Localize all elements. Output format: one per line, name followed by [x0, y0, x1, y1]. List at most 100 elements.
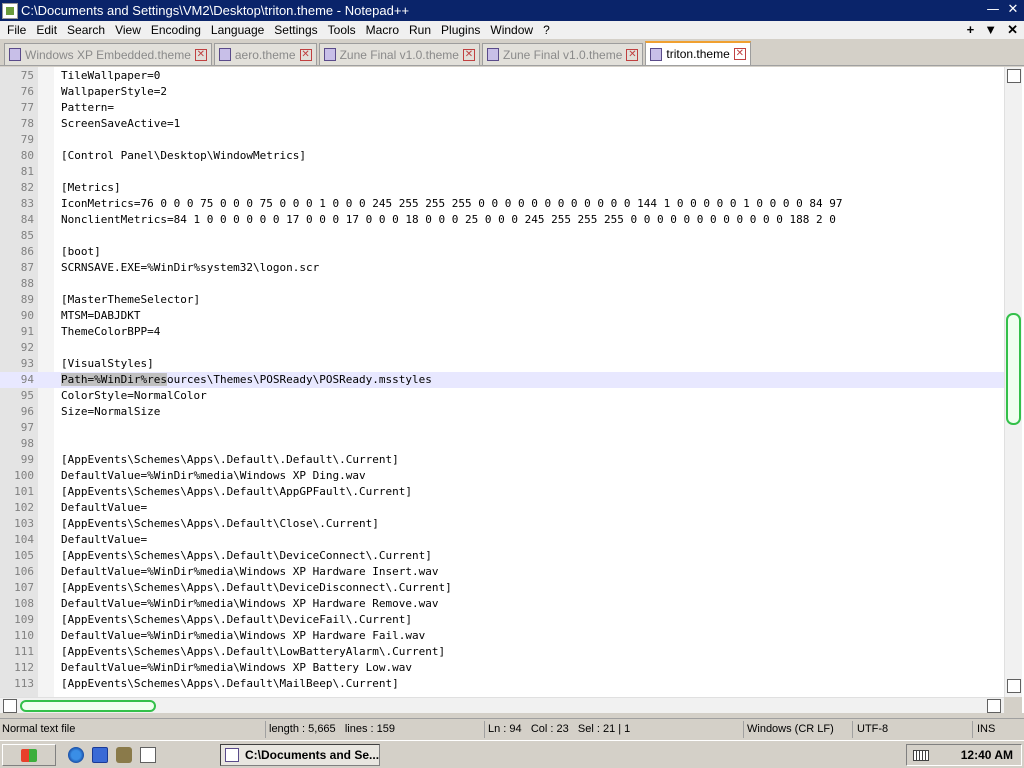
- line-text[interactable]: MTSM=DABJDKT: [61, 308, 140, 324]
- code-line[interactable]: 87 SCRNSAVE.EXE=%WinDir%system32\logon.sc…: [0, 260, 1004, 276]
- menu-view[interactable]: View: [110, 21, 146, 39]
- vertical-scrollbar[interactable]: [1004, 67, 1022, 697]
- code-line[interactable]: 107 [AppEvents\Schemes\Apps\.Default\Devi…: [0, 580, 1004, 596]
- tab-close-icon[interactable]: ✕: [299, 48, 312, 61]
- menu-plugins[interactable]: Plugins: [436, 21, 485, 39]
- line-text[interactable]: [AppEvents\Schemes\Apps\.Default\LowBatt…: [61, 644, 445, 660]
- scroll-down-arrow[interactable]: [1007, 679, 1021, 693]
- code-line[interactable]: 99 [AppEvents\Schemes\Apps\.Default\.Defa…: [0, 452, 1004, 468]
- code-line[interactable]: 79: [0, 132, 1004, 148]
- code-line[interactable]: 81: [0, 164, 1004, 180]
- code-line[interactable]: 113 [AppEvents\Schemes\Apps\.Default\Mail…: [0, 676, 1004, 692]
- line-text[interactable]: [MasterThemeSelector]: [61, 292, 200, 308]
- line-text[interactable]: DefaultValue=: [61, 500, 147, 516]
- code-line[interactable]: 85: [0, 228, 1004, 244]
- line-text[interactable]: [boot]: [61, 244, 101, 260]
- code-line[interactable]: 89 [MasterThemeSelector]: [0, 292, 1004, 308]
- menu-tools[interactable]: Tools: [323, 21, 361, 39]
- line-text[interactable]: ThemeColorBPP=4: [61, 324, 160, 340]
- close-button[interactable]: ✕: [1004, 2, 1022, 18]
- code-line[interactable]: 83 IconMetrics=76 0 0 0 75 0 0 0 75 0 0 0…: [0, 196, 1004, 212]
- code-line[interactable]: 103 [AppEvents\Schemes\Apps\.Default\Clos…: [0, 516, 1004, 532]
- menu-macro[interactable]: Macro: [361, 21, 404, 39]
- code-line[interactable]: 82 [Metrics]: [0, 180, 1004, 196]
- tray-clock[interactable]: 12:40 AM: [961, 745, 1013, 765]
- menu-window[interactable]: Window: [485, 21, 538, 39]
- vertical-scroll-thumb[interactable]: [1006, 313, 1021, 425]
- code-line[interactable]: 75 TileWallpaper=0: [0, 68, 1004, 84]
- internet-explorer-icon[interactable]: [68, 747, 84, 763]
- line-text[interactable]: [AppEvents\Schemes\Apps\.Default\Close\.…: [61, 516, 379, 532]
- scroll-left-arrow[interactable]: [3, 699, 17, 713]
- line-text[interactable]: DefaultValue=: [61, 532, 147, 548]
- code-line[interactable]: 91 ThemeColorBPP=4: [0, 324, 1004, 340]
- new-tab-button[interactable]: +: [967, 21, 975, 39]
- code-line[interactable]: 94 Path=%WinDir%resources\Themes\POSReady…: [0, 372, 1004, 388]
- menu-edit[interactable]: Edit: [31, 21, 62, 39]
- line-text[interactable]: [Control Panel\Desktop\WindowMetrics]: [61, 148, 306, 164]
- code-line[interactable]: 77 Pattern=: [0, 100, 1004, 116]
- tab-triton-theme[interactable]: triton.theme ✕: [645, 41, 751, 65]
- code-text-area[interactable]: 75 TileWallpaper=0 76 WallpaperStyle=2 77 Pat…: [0, 68, 1004, 697]
- line-text[interactable]: [AppEvents\Schemes\Apps\.Default\DeviceD…: [61, 580, 452, 596]
- line-text[interactable]: TileWallpaper=0: [61, 68, 160, 84]
- tab-close-icon[interactable]: ✕: [194, 48, 207, 61]
- code-line[interactable]: 84 NonclientMetrics=84 1 0 0 0 0 0 0 17 0…: [0, 212, 1004, 228]
- line-text[interactable]: ColorStyle=NormalColor: [61, 388, 207, 404]
- line-text[interactable]: [AppEvents\Schemes\Apps\.Default\DeviceF…: [61, 612, 412, 628]
- code-line[interactable]: 104 DefaultValue=: [0, 532, 1004, 548]
- tab-aero-theme[interactable]: aero.theme ✕: [213, 43, 317, 65]
- tab-close-icon[interactable]: ✕: [626, 48, 639, 61]
- code-line[interactable]: 86 [boot]: [0, 244, 1004, 260]
- tab-zune-final-theme-1[interactable]: Zune Final v1.0.theme ✕: [318, 43, 480, 65]
- media-player-icon[interactable]: [116, 747, 132, 763]
- code-line[interactable]: 105 [AppEvents\Schemes\Apps\.Default\Devi…: [0, 548, 1004, 564]
- line-text[interactable]: [AppEvents\Schemes\Apps\.Default\MailBee…: [61, 676, 399, 692]
- code-line[interactable]: 92: [0, 340, 1004, 356]
- horizontal-scroll-thumb[interactable]: [20, 700, 156, 712]
- selected-text[interactable]: Path=%WinDir%res: [61, 373, 167, 386]
- menu-settings[interactable]: Settings: [269, 21, 322, 39]
- code-line[interactable]: 112 DefaultValue=%WinDir%media\Windows XP…: [0, 660, 1004, 676]
- menu-file[interactable]: File: [2, 21, 31, 39]
- menu-help[interactable]: ?: [538, 21, 555, 39]
- line-text[interactable]: Size=NormalSize: [61, 404, 160, 420]
- code-line[interactable]: 76 WallpaperStyle=2: [0, 84, 1004, 100]
- line-text[interactable]: [AppEvents\Schemes\Apps\.Default\.Defaul…: [61, 452, 399, 468]
- tab-close-icon[interactable]: ✕: [462, 48, 475, 61]
- line-text[interactable]: [Metrics]: [61, 180, 121, 196]
- line-text[interactable]: DefaultValue=%WinDir%media\Windows XP Ha…: [61, 564, 439, 580]
- scroll-right-arrow[interactable]: [987, 699, 1001, 713]
- code-line[interactable]: 90 MTSM=DABJDKT: [0, 308, 1004, 324]
- line-text[interactable]: [VisualStyles]: [61, 356, 154, 372]
- menu-run[interactable]: Run: [404, 21, 436, 39]
- line-text[interactable]: NonclientMetrics=84 1 0 0 0 0 0 0 17 0 0…: [61, 212, 836, 228]
- tab-zune-final-theme-2[interactable]: Zune Final v1.0.theme ✕: [481, 43, 644, 65]
- start-button[interactable]: [2, 744, 56, 766]
- tab-close-icon[interactable]: ✕: [733, 48, 746, 60]
- code-line[interactable]: 96 Size=NormalSize: [0, 404, 1004, 420]
- show-desktop-icon[interactable]: [92, 747, 108, 763]
- horizontal-scrollbar[interactable]: [0, 697, 1004, 713]
- scroll-up-arrow[interactable]: [1007, 69, 1021, 83]
- title-bar[interactable]: C:\Documents and Settings\VM2\Desktop\tr…: [0, 0, 1024, 21]
- keyboard-icon[interactable]: [913, 750, 929, 761]
- code-line[interactable]: 108 DefaultValue=%WinDir%media\Windows XP…: [0, 596, 1004, 612]
- editor-area[interactable]: 75 TileWallpaper=0 76 WallpaperStyle=2 77 Pat…: [0, 67, 1024, 713]
- close-document-button[interactable]: ✕: [1007, 21, 1018, 39]
- line-text[interactable]: IconMetrics=76 0 0 0 75 0 0 0 75 0 0 0 1…: [61, 196, 842, 212]
- line-text[interactable]: DefaultValue=%WinDir%media\Windows XP Ba…: [61, 660, 412, 676]
- line-text[interactable]: DefaultValue=%WinDir%media\Windows XP Ha…: [61, 596, 439, 612]
- line-text[interactable]: [AppEvents\Schemes\Apps\.Default\AppGPFa…: [61, 484, 412, 500]
- line-text[interactable]: DefaultValue=%WinDir%media\Windows XP Di…: [61, 468, 366, 484]
- code-line[interactable]: 110 DefaultValue=%WinDir%media\Windows XP…: [0, 628, 1004, 644]
- code-line[interactable]: 102 DefaultValue=: [0, 500, 1004, 516]
- tab-windows-xp-embedded-theme[interactable]: Windows XP Embedded.theme ✕: [4, 43, 212, 65]
- menu-language[interactable]: Language: [206, 21, 269, 39]
- notepad-icon[interactable]: [140, 747, 156, 763]
- code-line[interactable]: 95 ColorStyle=NormalColor: [0, 388, 1004, 404]
- minimize-button[interactable]: —: [984, 2, 1002, 18]
- notepadpp-app-icon[interactable]: [2, 2, 18, 19]
- line-text[interactable]: ScreenSaveActive=1: [61, 116, 180, 132]
- code-line[interactable]: 100 DefaultValue=%WinDir%media\Windows XP…: [0, 468, 1004, 484]
